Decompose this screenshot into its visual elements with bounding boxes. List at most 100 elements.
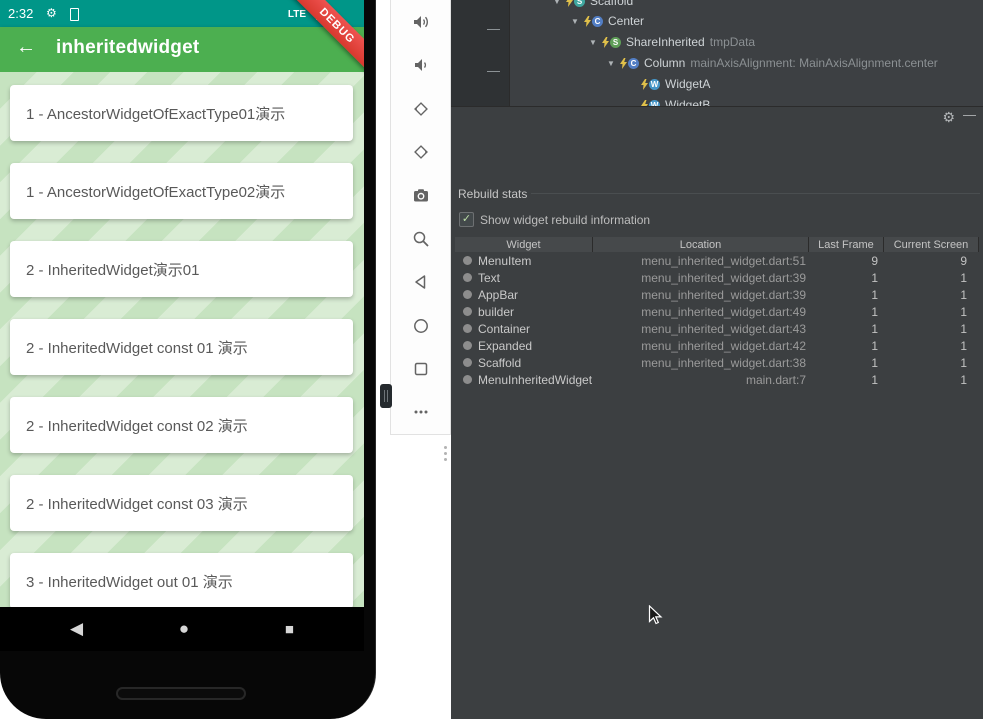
cell-location: menu_inherited_widget.dart:51 (641, 253, 806, 268)
column-header-last-frame[interactable]: Last Frame (809, 237, 884, 252)
back-triangle-icon (414, 275, 425, 289)
expand-arrow-icon[interactable]: ▼ (607, 59, 620, 68)
status-sim-icon (70, 8, 79, 21)
menu-item-card[interactable]: 2 - InheritedWidget const 02 演示 (10, 397, 353, 453)
overview-square-icon (414, 362, 427, 376)
emulator-home-button[interactable] (391, 304, 450, 347)
settings-gear-icon[interactable]: ⚙ (942, 109, 955, 126)
emulator-overview-button[interactable] (391, 347, 450, 390)
cell-last-frame: 1 (871, 372, 878, 387)
cell-last-frame: 1 (871, 270, 878, 285)
cell-widget: Text (478, 270, 501, 285)
panel-handle-icon[interactable]: — (487, 22, 500, 35)
rebuild-checkbox-label[interactable]: Show widget rebuild information (480, 213, 650, 227)
widget-dot-icon (463, 375, 472, 384)
table-row[interactable]: Text menu_inherited_widget.dart:39 1 1 (455, 269, 979, 286)
menu-item-card[interactable]: 2 - InheritedWidget演示01 (10, 241, 353, 297)
back-arrow-icon[interactable]: ← (16, 36, 36, 59)
menu-item-card[interactable]: 2 - InheritedWidget const 03 演示 (10, 475, 353, 531)
panel-handle-icon[interactable]: — (487, 64, 500, 77)
cell-current-screen: 1 (960, 270, 967, 285)
cell-current-screen: 1 (960, 355, 967, 370)
widget-bolt-icon (566, 0, 573, 7)
column-header-widget[interactable]: Widget (455, 237, 593, 252)
screenshot-button[interactable] (391, 174, 450, 217)
expand-arrow-icon[interactable]: ▼ (571, 17, 584, 26)
screenshot-root: — — ▼ S Scaffold ▼ C Center ▼ S ShareInh… (0, 0, 983, 719)
widget-dot-icon (463, 273, 472, 282)
table-row[interactable]: AppBar menu_inherited_widget.dart:39 1 1 (455, 286, 979, 303)
cell-last-frame: 9 (871, 253, 878, 268)
status-network-label: LTE (287, 9, 306, 20)
menu-item-card[interactable]: 2 - InheritedWidget const 01 演示 (10, 319, 353, 375)
tree-node-label: Center (608, 14, 645, 28)
cell-current-screen: 9 (960, 253, 967, 268)
column-header-location[interactable]: Location (593, 237, 809, 252)
widget-dot-icon (463, 256, 472, 265)
volume-up-button[interactable] (391, 0, 450, 43)
nav-home-button[interactable]: ● (179, 619, 189, 639)
magnifier-icon (413, 231, 429, 247)
tree-node-detail: tmpData (709, 35, 756, 49)
tree-node-column[interactable]: ▼ C Column mainAxisAlignment: MainAxisAl… (607, 53, 938, 73)
tree-node-shareinherited[interactable]: ▼ S ShareInherited tmpData (589, 32, 755, 52)
status-settings-icon: ⚙ (46, 6, 57, 20)
cell-location: menu_inherited_widget.dart:42 (641, 338, 806, 353)
widget-tree: ▼ S Scaffold ▼ C Center ▼ S ShareInherit… (510, 0, 983, 106)
menu-list: 1 - AncestorWidgetOfExactType01演示 1 - An… (0, 72, 364, 607)
panel-divider (451, 106, 983, 107)
zoom-button[interactable] (391, 217, 450, 260)
menu-item-card[interactable]: 1 - AncestorWidgetOfExactType02演示 (10, 163, 353, 219)
tree-node-center[interactable]: ▼ C Center (571, 11, 644, 31)
widget-bolt-icon (641, 78, 648, 90)
emulator-phone-frame: 2:32 ⚙ LTE ← inheritedwidget 1 - Ancesto… (0, 0, 376, 719)
cell-current-screen: 1 (960, 321, 967, 336)
column-header-current-screen[interactable]: Current Screen (884, 237, 979, 252)
widget-badge: S (574, 0, 585, 7)
section-divider (531, 193, 980, 194)
widget-badge: S (610, 36, 621, 48)
minimize-icon[interactable]: — (963, 107, 976, 122)
cell-widget: Scaffold (478, 355, 522, 370)
rotate-left-button[interactable] (391, 87, 450, 130)
table-row[interactable]: Expanded menu_inherited_widget.dart:42 1… (455, 337, 979, 354)
cell-last-frame: 1 (871, 287, 878, 302)
rotate-left-icon (413, 101, 428, 116)
nav-back-button[interactable]: ◀ (70, 619, 83, 639)
cell-last-frame: 1 (871, 321, 878, 336)
cell-last-frame: 1 (871, 304, 878, 319)
widget-bolt-icon (602, 36, 609, 48)
cell-current-screen: 1 (960, 287, 967, 302)
cell-widget: builder (478, 304, 515, 319)
tree-node-widgeta[interactable]: W WidgetA (641, 74, 710, 94)
cell-current-screen: 1 (960, 372, 967, 387)
widget-dot-icon (463, 324, 472, 333)
rotate-right-button[interactable] (391, 130, 450, 173)
menu-item-card[interactable]: 1 - AncestorWidgetOfExactType01演示 (10, 85, 353, 141)
menu-item-label: 3 - InheritedWidget out 01 演示 (26, 573, 233, 591)
table-row[interactable]: MenuInheritedWidget main.dart:7 1 1 (455, 371, 979, 388)
table-row[interactable]: Container menu_inherited_widget.dart:43 … (455, 320, 979, 337)
window-drag-handle[interactable] (380, 384, 392, 408)
tree-node-label: Column (644, 56, 686, 70)
more-options-button[interactable] (391, 391, 450, 434)
tree-node-widgetb[interactable]: W WidgetB (641, 95, 710, 106)
table-header-row: Widget Location Last Frame Current Scree… (455, 237, 979, 252)
tree-node-label: ShareInherited (626, 35, 705, 49)
menu-item-card[interactable]: 3 - InheritedWidget out 01 演示 (10, 553, 353, 607)
expand-arrow-icon[interactable]: ▼ (553, 0, 566, 6)
nav-overview-button[interactable]: ■ (285, 621, 294, 638)
table-row[interactable]: Scaffold menu_inherited_widget.dart:38 1… (455, 354, 979, 371)
cell-current-screen: 1 (960, 304, 967, 319)
tree-node-scaffold[interactable]: ▼ S Scaffold (553, 0, 633, 11)
emulator-back-button[interactable] (391, 260, 450, 303)
resize-dots-handle[interactable] (444, 446, 447, 464)
expand-arrow-icon[interactable]: ▼ (589, 38, 602, 47)
table-row[interactable]: builder menu_inherited_widget.dart:49 1 … (455, 303, 979, 320)
volume-up-icon (413, 15, 428, 28)
rebuild-info-checkbox[interactable]: ✓ (459, 212, 474, 227)
flutter-inspector-panel: — — ▼ S Scaffold ▼ C Center ▼ S ShareInh… (451, 0, 983, 719)
cell-current-screen: 1 (960, 338, 967, 353)
volume-down-button[interactable] (391, 43, 450, 86)
table-row[interactable]: MenuItem menu_inherited_widget.dart:51 9… (455, 252, 979, 269)
